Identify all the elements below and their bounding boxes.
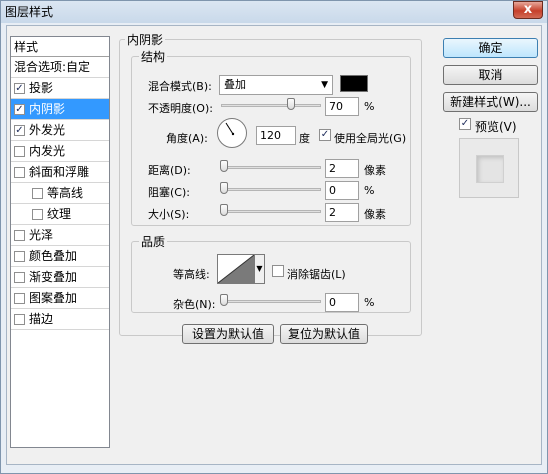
structure-legend: 结构 (139, 48, 168, 65)
distance-unit: 像素 (364, 164, 386, 177)
noise-slider[interactable] (221, 300, 321, 303)
reset-default-button[interactable]: 复位为默认值 (280, 324, 368, 344)
style-item-label: 图案叠加 (29, 291, 78, 305)
style-item-2[interactable]: ✓ 内阴影 (11, 99, 109, 120)
style-item-label: 渐变叠加 (29, 270, 78, 284)
style-item-checkbox[interactable] (14, 272, 25, 283)
style-item-label: 外发光 (29, 123, 66, 137)
styles-list: 样式 混合选项:自定 ✓ 投影 ✓ 内阴影 ✓ 外发光内发光斜面和浮雕等高线纹理光泽颜色叠… (10, 36, 110, 448)
angle-dial[interactable] (217, 118, 247, 148)
blend-mode-value: 叠加 (224, 78, 246, 91)
style-item-4[interactable]: 内发光 (11, 141, 109, 162)
style-item-7[interactable]: 纹理 (11, 204, 109, 225)
global-light-checkbox[interactable]: ✓ (319, 129, 331, 141)
style-item-label: 斜面和浮雕 (29, 165, 90, 179)
preview-label[interactable]: 预览(V) (475, 118, 517, 135)
style-item-checkbox[interactable] (32, 188, 43, 199)
noise-unit: % (364, 296, 375, 309)
noise-slider-thumb[interactable] (220, 294, 228, 306)
chevron-down-icon: ▼ (321, 80, 328, 90)
distance-input[interactable]: 2 (325, 159, 359, 178)
close-button[interactable]: x (513, 1, 543, 19)
inner-shadow-title: 内阴影 (125, 31, 166, 48)
style-item-5[interactable]: 斜面和浮雕 (11, 162, 109, 183)
opacity-label: 不透明度(O): (148, 102, 213, 115)
noise-label: 杂色(N): (173, 298, 216, 311)
contour-preview-icon (217, 254, 255, 284)
distance-slider-thumb[interactable] (220, 160, 228, 172)
size-slider[interactable] (221, 210, 321, 213)
noise-input[interactable]: 0 (325, 293, 359, 312)
style-item-10[interactable]: 渐变叠加 (11, 267, 109, 288)
angle-label: 角度(A): (166, 132, 208, 145)
size-label: 大小(S): (148, 208, 190, 221)
shadow-color-swatch[interactable] (340, 75, 368, 92)
title-bar[interactable]: 图层样式 x (1, 1, 547, 23)
style-item-checkbox[interactable]: ✓ (14, 104, 25, 115)
angle-needle-icon (225, 122, 235, 136)
dialog-body: 样式 混合选项:自定 ✓ 投影 ✓ 内阴影 ✓ 外发光内发光斜面和浮雕等高线纹理光泽颜色叠… (6, 25, 542, 465)
style-item-label: 纹理 (47, 207, 72, 221)
style-item-checkbox[interactable] (14, 293, 25, 304)
style-item-label: 颜色叠加 (29, 249, 78, 263)
size-unit: 像素 (364, 208, 386, 221)
style-item-3[interactable]: ✓ 外发光 (11, 120, 109, 141)
style-item-checkbox[interactable]: ✓ (14, 83, 25, 94)
style-item-9[interactable]: 颜色叠加 (11, 246, 109, 267)
style-item-6[interactable]: 等高线 (11, 183, 109, 204)
distance-slider[interactable] (221, 166, 321, 169)
layer-style-dialog: 图层样式 x 样式 混合选项:自定 ✓ 投影 ✓ 内阴影 ✓ 外发光内发光斜面和浮雕等高线… (0, 0, 548, 474)
style-item-12[interactable]: 描边 (11, 309, 109, 330)
styles-header[interactable]: 样式 (11, 37, 109, 57)
distance-label: 距离(D): (148, 164, 191, 177)
style-item-checkbox[interactable] (14, 167, 25, 178)
style-item-checkbox[interactable]: ✓ (14, 125, 25, 136)
style-item-checkbox[interactable] (14, 230, 25, 241)
choke-input[interactable]: 0 (325, 181, 359, 200)
choke-slider[interactable] (221, 188, 321, 191)
style-item-label: 内阴影 (29, 102, 66, 116)
size-slider-thumb[interactable] (220, 204, 228, 216)
ok-button[interactable]: 确定 (443, 38, 538, 58)
global-light-label[interactable]: 使用全局光(G) (334, 130, 406, 146)
contour-dropdown-arrow[interactable]: ▼ (255, 254, 265, 284)
cancel-button[interactable]: 取消 (443, 65, 538, 85)
blend-options-item[interactable]: 混合选项:自定 (11, 57, 109, 78)
choke-unit: % (364, 184, 375, 197)
style-item-8[interactable]: 光泽 (11, 225, 109, 246)
opacity-unit: % (364, 100, 375, 113)
style-item-checkbox[interactable] (14, 251, 25, 262)
style-item-label: 内发光 (29, 144, 66, 158)
style-item-11[interactable]: 图案叠加 (11, 288, 109, 309)
opacity-slider-thumb[interactable] (287, 98, 295, 110)
quality-legend: 品质 (139, 233, 168, 250)
style-item-checkbox[interactable] (14, 146, 25, 157)
window-title: 图层样式 (5, 5, 54, 19)
set-default-button[interactable]: 设置为默认值 (182, 324, 274, 344)
style-item-label: 等高线 (47, 186, 84, 200)
blend-mode-label: 混合模式(B): (148, 80, 212, 93)
style-preview-swatch (476, 155, 504, 183)
antialias-label[interactable]: 消除锯齿(L) (287, 266, 346, 282)
blend-mode-select[interactable]: 叠加 ▼ (219, 75, 333, 95)
size-input[interactable]: 2 (325, 203, 359, 222)
style-item-label: 投影 (29, 81, 54, 95)
contour-label: 等高线: (173, 268, 210, 281)
style-item-1[interactable]: ✓ 投影 (11, 78, 109, 99)
angle-unit: 度 (299, 132, 310, 145)
style-item-label: 描边 (29, 312, 54, 326)
opacity-slider[interactable] (221, 104, 321, 107)
style-preview (459, 138, 519, 198)
choke-label: 阻塞(C): (148, 186, 190, 199)
new-style-button[interactable]: 新建样式(W)... (443, 92, 538, 112)
preview-checkbox[interactable]: ✓ (459, 118, 471, 130)
style-item-checkbox[interactable] (14, 314, 25, 325)
opacity-input[interactable]: 70 (325, 97, 359, 116)
style-item-label: 光泽 (29, 228, 54, 242)
style-item-checkbox[interactable] (32, 209, 43, 220)
angle-input[interactable]: 120 (256, 126, 296, 145)
contour-picker[interactable] (217, 254, 255, 284)
choke-slider-thumb[interactable] (220, 182, 228, 194)
antialias-checkbox[interactable] (272, 265, 284, 277)
